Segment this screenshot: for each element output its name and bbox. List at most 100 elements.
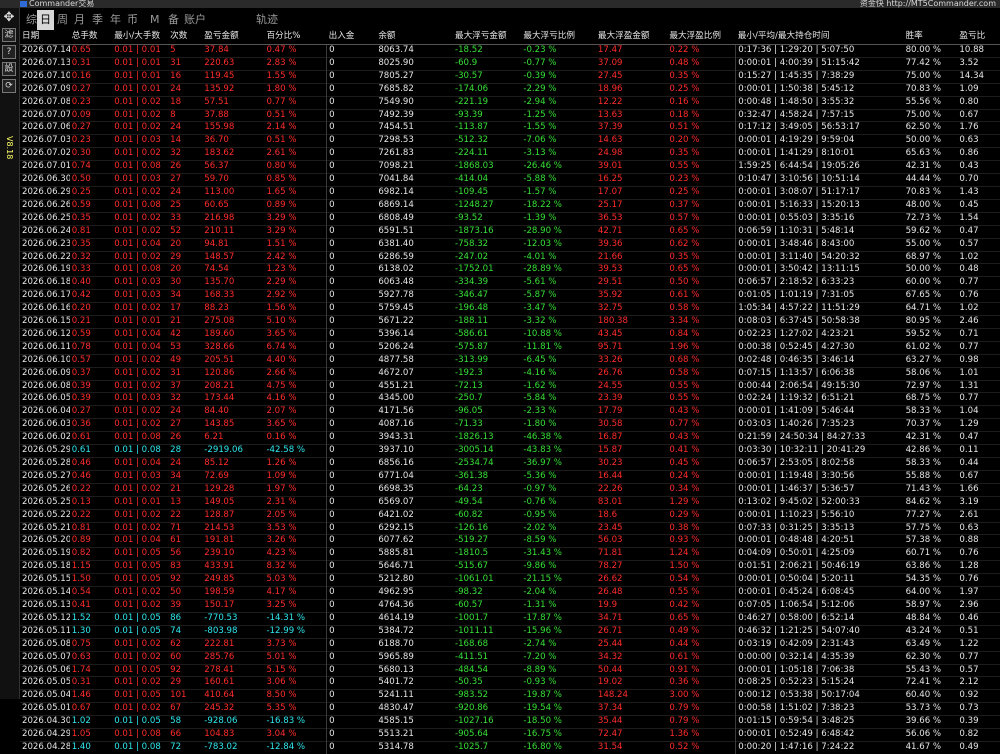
table-row[interactable]: 2026.05.12 1.52 0.01 | 0.05 86 -770.53 -14.31… — [20, 611, 1000, 626]
table-row[interactable]: 2026.04.28 1.40 0.01 | 0.08 72 -783.02 -12.84… — [20, 740, 1000, 754]
config-icon[interactable]: 設 — [2, 62, 16, 76]
tab-4[interactable]: 季 — [89, 10, 106, 30]
tab-3[interactable]: 月 — [71, 10, 88, 30]
table-row[interactable]: 2026.05.22 0.22 0.01 | 0.02 22 128.87 2.05 % 0… — [20, 508, 1000, 523]
table-row[interactable]: 2026.06.30 0.50 0.01 | 0.03 27 59.70 0.85 % 0 7… — [20, 173, 1000, 187]
table-row[interactable]: 2026.04.29 1.05 0.01 | 0.08 66 104.83 3.04 % 0… — [20, 728, 1000, 742]
help-icon[interactable]: ? — [2, 45, 16, 59]
title-bar: Commander交易 资金快 http://MT5Commander.com — [0, 0, 1000, 8]
table-row[interactable]: 2026.06.04 0.27 0.01 | 0.02 24 84.40 2.07 % 0 4… — [20, 405, 1000, 419]
table-row[interactable]: 2026.06.03 0.36 0.01 | 0.02 27 143.85 3.65 % 0… — [20, 418, 1000, 432]
table-row[interactable]: 2026.06.16 0.20 0.01 | 0.02 17 88.23 1.56 % 0 5… — [20, 302, 1000, 316]
tab-2[interactable]: 周 — [54, 10, 71, 30]
table-row[interactable]: 2026.05.19 0.82 0.01 | 0.05 56 239.10 4.23 % 0… — [20, 547, 1000, 561]
table-row[interactable]: 2026.07.08 0.23 0.01 | 0.02 18 57.51 0.77 % 0 7… — [20, 95, 1000, 110]
column-header-deposit[interactable]: 出入金 — [326, 30, 377, 45]
table-row[interactable]: 2026.07.14 0.65 0.01 | 0.01 5 37.84 0.47 % 0 80… — [20, 44, 1000, 58]
cell-win-rate: 44.44 % — [903, 173, 958, 187]
table-row[interactable]: 2026.07.06 0.27 0.01 | 0.02 24 155.98 2.14 % 0… — [20, 121, 1000, 135]
table-row[interactable]: 2026.04.30 1.02 0.01 | 0.05 58 -928.06 -16.83… — [20, 715, 1000, 729]
cell-max-float-profit-pct: 0.22 % — [667, 44, 736, 58]
table-row[interactable]: 2026.05.01 0.67 0.01 | 0.02 67 245.32 5.35 % 0… — [20, 702, 1000, 716]
column-header-max-float-loss-pct[interactable]: 最大浮亏比例 — [521, 30, 596, 45]
table-row[interactable]: 2026.07.07 0.09 0.01 | 0.02 8 37.88 0.51 % 0 74… — [20, 108, 1000, 122]
column-header-pl-ratio[interactable]: 盈亏比 — [957, 30, 1000, 45]
column-header-profit[interactable]: 盈亏金额 — [202, 30, 265, 45]
table-row[interactable]: 2026.05.25 0.13 0.01 | 0.01 13 149.05 2.31 % 0… — [20, 495, 1000, 510]
table-row[interactable]: 2026.06.29 0.25 0.01 | 0.02 24 113.00 1.65 % 0… — [20, 185, 1000, 200]
table-row[interactable]: 2026.06.17 0.42 0.01 | 0.03 34 168.33 2.92 % 0… — [20, 289, 1000, 303]
table-row[interactable]: 2026.06.09 0.37 0.01 | 0.02 31 120.86 2.66 % 0… — [20, 366, 1000, 381]
column-header-win-rate[interactable]: 胜率 — [903, 30, 958, 45]
table-row[interactable]: 2026.06.08 0.39 0.01 | 0.02 37 208.21 4.75 % 0… — [20, 379, 1000, 393]
table-row[interactable]: 2026.05.07 0.63 0.01 | 0.02 60 285.76 5.01 % 0… — [20, 650, 1000, 664]
tab-8[interactable]: 备 — [165, 10, 182, 30]
table-row[interactable]: 2026.05.29 0.61 0.01 | 0.08 28 -2919.06 -42.5… — [20, 444, 1000, 458]
table-row[interactable]: 2026.06.19 0.33 0.01 | 0.08 20 74.54 1.23 % 0 6… — [20, 263, 1000, 277]
tab-10[interactable]: 轨迹 — [253, 10, 281, 30]
table-row[interactable]: 2026.06.12 0.59 0.01 | 0.04 42 189.60 3.65 % 0… — [20, 327, 1000, 342]
table-row[interactable]: 2026.05.20 0.89 0.01 | 0.04 61 191.81 3.26 % 0… — [20, 534, 1000, 548]
cell-min-max-lots: 0.01 | 0.02 — [112, 108, 169, 122]
table-row[interactable]: 2026.06.02 0.61 0.01 | 0.08 26 6.21 0.16 % 0 39… — [20, 431, 1000, 445]
cell-hold-time: 0:06:59 | 1:10:31 | 5:48:14 — [735, 224, 904, 239]
filter-icon[interactable]: 滤 — [2, 28, 16, 42]
table-row[interactable]: 2026.06.05 0.39 0.01 | 0.03 32 173.44 4.16 % 0… — [20, 392, 1000, 406]
table-row[interactable]: 2026.05.26 0.22 0.01 | 0.02 21 129.28 1.97 % 0… — [20, 482, 1000, 497]
table-row[interactable]: 2026.07.02 0.30 0.01 | 0.02 32 183.62 2.61 % 0… — [20, 147, 1000, 161]
cell-date: 2026.05.27 — [20, 469, 70, 484]
column-header-balance[interactable]: 余额 — [376, 30, 453, 45]
column-header-hold-time[interactable]: 最小/平均/最大持仓时间 — [735, 30, 904, 45]
sync-icon[interactable]: ⟳ — [2, 79, 16, 93]
cell-deposit: 0 — [326, 56, 377, 71]
column-header-count[interactable]: 次数 — [168, 30, 203, 45]
table-row[interactable]: 2026.05.14 0.54 0.01 | 0.02 50 198.59 4.17 % 0… — [20, 586, 1000, 600]
table-row[interactable]: 2026.06.26 0.59 0.01 | 0.08 25 60.65 0.89 % 0 6… — [20, 198, 1000, 213]
cell-profit: 173.44 — [202, 392, 265, 406]
table-row[interactable]: 2026.05.08 0.75 0.01 | 0.02 62 222.81 3.73 % 0… — [20, 637, 1000, 652]
table-row[interactable]: 2026.05.28 0.46 0.01 | 0.04 24 85.12 1.26 % 0 6… — [20, 457, 1000, 471]
tab-5[interactable]: 年 — [107, 10, 124, 30]
column-header-percent[interactable]: 百分比% — [264, 30, 327, 45]
table-row[interactable]: 2026.05.13 0.41 0.01 | 0.02 39 150.17 3.25 % 0… — [20, 598, 1000, 613]
table-row[interactable]: 2026.06.23 0.35 0.01 | 0.04 20 94.81 1.51 % 0 6… — [20, 237, 1000, 251]
table-row[interactable]: 2026.07.10 0.16 0.01 | 0.01 16 119.45 1.55 % 0… — [20, 69, 1000, 84]
table-row[interactable]: 2026.05.11 1.30 0.01 | 0.05 74 -803.98 -12.99… — [20, 624, 1000, 639]
table-row[interactable]: 2026.06.11 0.78 0.01 | 0.04 53 328.66 6.74 % 0… — [20, 340, 1000, 355]
table-row[interactable]: 2026.06.25 0.35 0.01 | 0.02 33 216.98 3.29 % 0… — [20, 211, 1000, 226]
table-row[interactable]: 2026.06.24 0.81 0.01 | 0.02 52 210.11 3.29 % 0… — [20, 224, 1000, 239]
table-row[interactable]: 2026.05.04 1.46 0.01 | 0.05 101 410.64 8.50 %… — [20, 689, 1000, 703]
table-row[interactable]: 2026.05.27 0.46 0.01 | 0.03 34 72.69 1.09 % 0 6… — [20, 469, 1000, 484]
cell-deposit: 0 — [326, 327, 377, 342]
table-row[interactable]: 2026.06.22 0.32 0.01 | 0.02 29 148.57 2.42 % 0… — [20, 250, 1000, 264]
tab-6[interactable]: 币 — [124, 10, 141, 30]
column-header-max-float-loss[interactable]: 最大浮亏金额 — [452, 30, 522, 45]
table-row[interactable]: 2026.07.03 0.23 0.01 | 0.03 14 36.70 0.51 % 0 7… — [20, 134, 1000, 148]
table-row[interactable]: 2026.05.15 1.50 0.01 | 0.05 92 249.85 5.03 % 0… — [20, 573, 1000, 587]
table-row[interactable]: 2026.05.21 0.81 0.01 | 0.02 71 214.53 3.53 % 0… — [20, 521, 1000, 535]
column-header-max-float-profit[interactable]: 最大浮盈金额 — [595, 30, 668, 45]
table-row[interactable]: 2026.05.06 1.74 0.01 | 0.05 92 278.41 5.15 % 0… — [20, 663, 1000, 677]
table-row[interactable]: 2026.07.09 0.27 0.01 | 0.01 24 135.92 1.80 % 0… — [20, 82, 1000, 97]
column-header-date[interactable]: 日期 — [20, 30, 70, 45]
tab-7[interactable]: M — [147, 10, 163, 30]
cell-pl-ratio: 0.47 — [957, 431, 1000, 445]
tab-9[interactable]: 账户 — [181, 10, 209, 30]
cell-profit: 84.40 — [202, 405, 265, 419]
table-row[interactable]: 2026.07.01 0.74 0.01 | 0.08 26 56.37 0.80 % 0 7… — [20, 160, 1000, 174]
table-row[interactable]: 2026.05.18 1.15 0.01 | 0.05 83 433.91 8.32 % 0… — [20, 560, 1000, 574]
column-header-min-max-lots[interactable]: 最小/大手数 — [112, 30, 169, 45]
cell-win-rate: 68.75 % — [903, 392, 958, 406]
column-header-max-float-profit-pct[interactable]: 最大浮盈比例 — [667, 30, 736, 45]
table-row[interactable]: 2026.06.15 0.21 0.01 | 0.01 21 275.08 5.10 % 0… — [20, 315, 1000, 329]
column-header-total-lots[interactable]: 总手数 — [69, 30, 113, 45]
cell-total-lots: 0.81 — [69, 224, 113, 239]
move-icon[interactable]: ✥ — [2, 11, 16, 25]
table-row[interactable]: 2026.06.10 0.57 0.01 | 0.02 49 205.51 4.40 % 0… — [20, 353, 1000, 368]
tab-1[interactable]: 日 — [37, 10, 54, 30]
table-row[interactable]: 2026.07.13 0.31 0.01 | 0.01 31 220.63 2.83 % 0… — [20, 56, 1000, 71]
cell-max-float-profit-pct: 0.49 % — [667, 624, 736, 639]
table-row[interactable]: 2026.05.05 0.31 0.01 | 0.02 29 160.61 3.06 % 0… — [20, 676, 1000, 690]
table-row[interactable]: 2026.06.18 0.40 0.01 | 0.03 30 135.70 2.29 % 0… — [20, 276, 1000, 290]
cell-deposit: 0 — [326, 495, 377, 510]
